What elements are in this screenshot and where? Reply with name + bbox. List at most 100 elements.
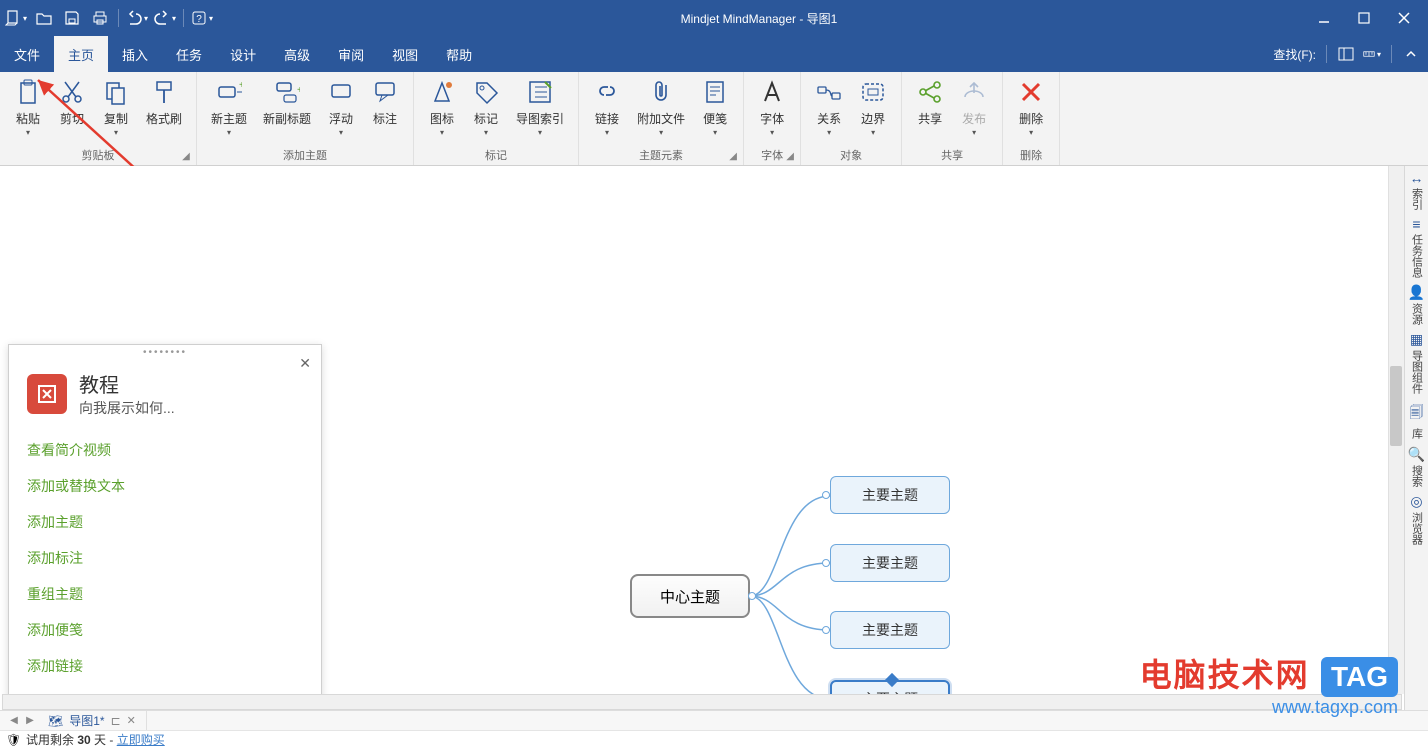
- ribbon-callout-button[interactable]: 标注: [363, 76, 407, 129]
- right-panel-3[interactable]: ▦导图组件: [1407, 331, 1427, 394]
- tutorial-link-2[interactable]: 添加主题: [27, 512, 303, 532]
- ribbon-format-painter-button[interactable]: 格式刷: [138, 76, 190, 129]
- tab-close-icon[interactable]: ✕: [127, 714, 136, 727]
- right-panel-0[interactable]: ↔索引: [1407, 170, 1427, 210]
- dropdown-arrow-icon: ▾: [440, 128, 444, 137]
- buy-now-link[interactable]: 立即购买: [117, 733, 165, 747]
- menu-tab-4[interactable]: 设计: [216, 36, 270, 72]
- center-connector-dot[interactable]: [748, 592, 756, 600]
- subtopic-connector-dot[interactable]: [822, 626, 830, 634]
- tutorial-link-5[interactable]: 添加便笺: [27, 620, 303, 640]
- menu-tab-7[interactable]: 视图: [378, 36, 432, 72]
- menu-tab-0[interactable]: 文件: [0, 36, 54, 72]
- print-button[interactable]: [88, 6, 112, 30]
- mindmap-subtopic-2[interactable]: 主要主题: [830, 611, 950, 649]
- undo-button[interactable]: ▾: [125, 6, 149, 30]
- ruler-icon[interactable]: ▾: [1363, 45, 1381, 63]
- help-button[interactable]: ?▾: [190, 6, 214, 30]
- tutorial-link-6[interactable]: 添加链接: [27, 656, 303, 676]
- save-button[interactable]: [60, 6, 84, 30]
- ribbon-btn-label: 新副标题: [263, 110, 311, 127]
- ribbon-floating-button[interactable]: 浮动▾: [319, 76, 363, 139]
- ribbon-notes-button[interactable]: 便笺▾: [693, 76, 737, 139]
- ribbon-paste-button[interactable]: 粘贴▾: [6, 76, 50, 139]
- canvas-workspace[interactable]: •••••••• ✕ 教程 向我展示如何... 查看简介视频添加或替换文本添加主…: [0, 166, 1404, 710]
- vertical-scrollbar[interactable]: [1388, 166, 1404, 694]
- panel-grip[interactable]: ••••••••: [143, 347, 187, 358]
- right-panel-6[interactable]: ◎浏览器: [1407, 493, 1427, 545]
- ribbon-font-button[interactable]: 字体▾: [750, 76, 794, 139]
- tab-pin-icon[interactable]: ⊏: [111, 714, 121, 728]
- ribbon-btn-label: 字体: [760, 110, 784, 127]
- ribbon-group-label: 删除: [1003, 145, 1059, 165]
- ribbon-map-index-button[interactable]: 导图索引▾: [508, 76, 572, 139]
- right-panel-1[interactable]: ≡任务信息: [1407, 216, 1427, 278]
- ribbon-attach-button[interactable]: 附加文件▾: [629, 76, 693, 139]
- right-panel-2[interactable]: 👤资源: [1407, 284, 1427, 325]
- ribbon-relationship-button[interactable]: 关系▾: [807, 76, 851, 139]
- notes-icon: [701, 78, 729, 106]
- vertical-scroll-thumb[interactable]: [1390, 366, 1402, 446]
- cut-icon: [58, 78, 86, 106]
- minimize-button[interactable]: [1304, 0, 1344, 36]
- right-panel-4[interactable]: 🗐库: [1407, 400, 1427, 440]
- ribbon-btn-label: 格式刷: [146, 110, 182, 127]
- tutorial-icon: [27, 374, 67, 414]
- ribbon-btn-label: 附加文件: [637, 110, 685, 127]
- panel-close-icon[interactable]: ✕: [299, 355, 311, 372]
- horizontal-scrollbar[interactable]: [2, 694, 1402, 710]
- dropdown-arrow-icon: ▾: [538, 128, 542, 137]
- collapse-ribbon-icon[interactable]: [1402, 45, 1420, 63]
- new-file-button[interactable]: ▾: [4, 6, 28, 30]
- ribbon-group-7: 删除▾ 删除: [1003, 72, 1060, 165]
- subtopic-connector-dot[interactable]: [822, 559, 830, 567]
- maximize-button[interactable]: [1344, 0, 1384, 36]
- menu-tab-5[interactable]: 高级: [270, 36, 324, 72]
- ribbon-new-topic-button[interactable]: +新主题▾: [203, 76, 255, 139]
- ribbon-group-label: 添加主题: [197, 145, 413, 165]
- mindmap-center-topic[interactable]: 中心主题: [630, 574, 750, 618]
- ribbon-cut-button[interactable]: 剪切: [50, 76, 94, 129]
- menu-tab-6[interactable]: 审阅: [324, 36, 378, 72]
- ribbon-delete-button[interactable]: 删除▾: [1009, 76, 1053, 139]
- ribbon-tags-button[interactable]: 标记▾: [464, 76, 508, 139]
- tab-scroll-left[interactable]: ◀: [6, 713, 22, 729]
- tutorial-link-1[interactable]: 添加或替换文本: [27, 476, 303, 496]
- menu-tab-1[interactable]: 主页: [54, 36, 108, 72]
- dialog-launcher-icon[interactable]: ◢: [727, 151, 739, 163]
- subtopic-connector-dot[interactable]: [822, 491, 830, 499]
- dialog-launcher-icon[interactable]: ◢: [784, 151, 796, 163]
- dropdown-arrow-icon: ▾: [972, 128, 976, 137]
- ribbon-btn-label: 粘贴: [16, 110, 40, 127]
- right-panel-5[interactable]: 🔍搜索: [1407, 446, 1427, 487]
- mindmap-subtopic-0[interactable]: 主要主题: [830, 476, 950, 514]
- ribbon-btn-label: 便笺: [703, 110, 727, 127]
- ribbon-new-subtopic-button[interactable]: +新副标题: [255, 76, 319, 129]
- paste-icon: [14, 78, 42, 106]
- ribbon-share-button[interactable]: 共享: [908, 76, 952, 129]
- tutorial-link-4[interactable]: 重组主题: [27, 584, 303, 604]
- ribbon-group-2: 图标▾标记▾导图索引▾标记: [414, 72, 579, 165]
- panel-toggle-icon[interactable]: [1337, 45, 1355, 63]
- ribbon-link-button[interactable]: 链接▾: [585, 76, 629, 139]
- menu-tab-2[interactable]: 插入: [108, 36, 162, 72]
- document-tab[interactable]: 🗺 导图1* ⊏ ✕: [38, 711, 147, 730]
- close-button[interactable]: [1384, 0, 1424, 36]
- right-panel-icon: ≡: [1412, 216, 1420, 232]
- menu-tab-8[interactable]: 帮助: [432, 36, 486, 72]
- dropdown-arrow-icon: ▾: [484, 128, 488, 137]
- tutorial-link-3[interactable]: 添加标注: [27, 548, 303, 568]
- tutorial-subtitle: 向我展示如何...: [79, 398, 175, 418]
- dialog-launcher-icon[interactable]: ◢: [180, 151, 192, 163]
- ribbon-copy-button[interactable]: 复制▾: [94, 76, 138, 139]
- tab-scroll-right[interactable]: ▶: [22, 713, 38, 729]
- tutorial-link-0[interactable]: 查看简介视频: [27, 440, 303, 460]
- ribbon-boundary-button[interactable]: 边界▾: [851, 76, 895, 139]
- mindmap-subtopic-1[interactable]: 主要主题: [830, 544, 950, 582]
- ribbon-publish-button: 发布▾: [952, 76, 996, 139]
- open-file-button[interactable]: [32, 6, 56, 30]
- menu-tab-3[interactable]: 任务: [162, 36, 216, 72]
- ribbon-icons-button[interactable]: 图标▾: [420, 76, 464, 139]
- trial-days: 30: [77, 733, 90, 747]
- redo-button[interactable]: ▾: [153, 6, 177, 30]
